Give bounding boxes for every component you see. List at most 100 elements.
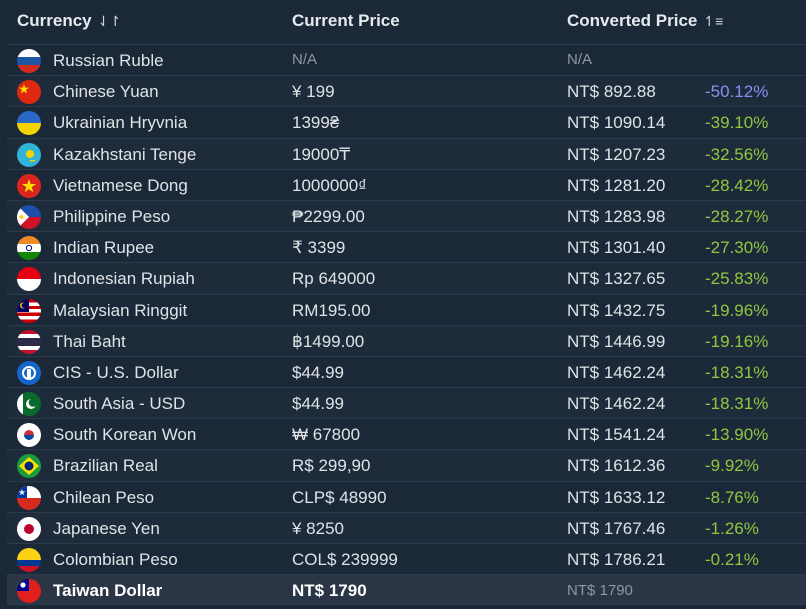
price-difference-percent: -1.26%: [705, 518, 759, 538]
table-row[interactable]: Brazilian Real R$ 299,90 NT$ 1612.36 -9.…: [7, 449, 806, 481]
currency-name: Indonesian Rupiah: [53, 269, 195, 289]
price-difference-percent: -19.96%: [705, 300, 769, 320]
current-price: R$ 299,90: [292, 456, 371, 476]
russia-flag-icon: [17, 49, 41, 73]
table-row[interactable]: Philippine Peso ₱2299.00 NT$ 1283.98 -28…: [7, 199, 806, 232]
converted-price: NT$ 1541.24: [567, 425, 666, 445]
currency-name: CIS - U.S. Dollar: [53, 362, 179, 382]
price-difference-percent: -18.31%: [705, 362, 769, 382]
current-price: ¥ 8250: [292, 518, 344, 538]
price-difference-percent: -39.10%: [705, 113, 769, 133]
price-difference-percent: -13.90%: [705, 425, 769, 445]
price-difference-percent: -50.12%: [705, 82, 769, 102]
table-body: Russian Ruble N/A N/A Chinese Yuan ¥ 199…: [7, 44, 806, 606]
currency-name: Vietnamese Dong: [53, 175, 188, 195]
current-price: $44.99: [292, 362, 344, 382]
converted-price: NT$ 1432.75: [567, 300, 666, 320]
table-row[interactable]: Chilean Peso CLP$ 48990 NT$ 1633.12 -8.7…: [7, 480, 806, 512]
current-price: ₹ 3399: [292, 238, 346, 258]
chile-flag-icon: [17, 485, 41, 510]
thailand-flag-icon: [17, 329, 41, 354]
converted-price: NT$ 1327.65: [567, 269, 666, 289]
currency-name: South Asia - USD: [53, 394, 186, 414]
vietnam-flag-icon: [17, 173, 41, 198]
table-row[interactable]: Thai Baht ฿1499.00 NT$ 1446.99 -19.16%: [7, 324, 806, 356]
south-korea-flag-icon: [17, 423, 41, 448]
current-price: 19000₸: [292, 144, 351, 164]
currency-name: Philippine Peso: [53, 206, 171, 226]
converted-price: NT$ 1612.36: [567, 456, 666, 476]
table-row[interactable]: CIS - U.S. Dollar $44.99 NT$ 1462.24 -18…: [7, 355, 806, 387]
currency-column-header[interactable]: Currency ⇃↾: [17, 11, 121, 31]
converted-price: NT$ 1207.23: [567, 144, 666, 164]
indonesia-flag-icon: [17, 267, 41, 292]
converted-price: NT$ 1283.98: [567, 206, 666, 226]
converted-price: NT$ 892.88: [567, 82, 656, 102]
current-price-column-header[interactable]: Current Price: [292, 11, 400, 31]
currency-header-label: Currency: [17, 11, 92, 30]
currency-name: Thai Baht: [53, 331, 126, 351]
kazakhstan-flag-icon: [17, 142, 41, 167]
converted-price: N/A: [567, 51, 593, 68]
converted-price: NT$ 1786.21: [567, 550, 666, 569]
table-row[interactable]: Malaysian Ringgit RM195.00 NT$ 1432.75 -…: [7, 293, 806, 325]
converted-price: NT$ 1446.99: [567, 331, 666, 351]
currency-name: South Korean Won: [53, 425, 197, 445]
currency-name: Chilean Peso: [53, 487, 155, 507]
cis-flag-icon: [17, 360, 41, 385]
table-row[interactable]: Ukrainian Hryvnia 1399₴ NT$ 1090.14 -39.…: [7, 106, 806, 137]
current-price: ฿1499.00: [292, 331, 365, 351]
table-row[interactable]: Japanese Yen ¥ 8250 NT$ 1767.46 -1.26%: [7, 511, 806, 543]
price-difference-percent: -8.76%: [705, 487, 759, 507]
current-price: ₩ 67800: [292, 425, 361, 445]
converted-price: NT$ 1633.12: [567, 487, 666, 507]
table-row[interactable]: Vietnamese Dong 1000000₫ NT$ 1281.20 -28…: [7, 168, 806, 200]
table-row[interactable]: Kazakhstani Tenge 19000₸ NT$ 1207.23 -32…: [7, 137, 806, 169]
current-price: ₱2299.00: [292, 206, 365, 226]
table-row[interactable]: Taiwan Dollar NT$ 1790 NT$ 1790: [7, 574, 806, 606]
china-flag-icon: [17, 80, 41, 105]
price-difference-percent: -28.42%: [705, 175, 769, 195]
japan-flag-icon: [17, 516, 41, 541]
current-price: CLP$ 48990: [292, 487, 387, 507]
malaysia-flag-icon: [17, 298, 41, 323]
currency-name: Brazilian Real: [53, 456, 158, 476]
table-row[interactable]: Indonesian Rupiah Rp 649000 NT$ 1327.65 …: [7, 262, 806, 294]
table-row[interactable]: South Korean Won ₩ 67800 NT$ 1541.24 -13…: [7, 418, 806, 449]
currency-name: Russian Ruble: [53, 51, 164, 70]
currency-name: Indian Rupee: [53, 238, 155, 258]
price-difference-percent: -19.16%: [705, 331, 769, 351]
ukraine-flag-icon: [17, 111, 41, 136]
price-difference-percent: -9.92%: [705, 456, 759, 476]
converted-price: NT$ 1462.24: [567, 362, 666, 382]
currency-name: Malaysian Ringgit: [53, 300, 188, 320]
price-difference-percent: -27.30%: [705, 238, 769, 258]
table-row[interactable]: Colombian Peso COL$ 239999 NT$ 1786.21 -…: [7, 543, 806, 574]
table-row[interactable]: South Asia - USD $44.99 NT$ 1462.24 -18.…: [7, 387, 806, 419]
current-price: 1000000₫: [292, 175, 367, 195]
sort-arrows-icon[interactable]: ⇃↾: [98, 13, 121, 30]
currency-name: Colombian Peso: [53, 550, 178, 569]
currency-name: Japanese Yen: [53, 518, 160, 538]
table-row[interactable]: Indian Rupee ₹ 3399 NT$ 1301.40 -27.30%: [7, 231, 806, 262]
currency-name: Chinese Yuan: [53, 82, 159, 102]
table-header: Currency ⇃↾ Current Price Converted Pric…: [0, 0, 806, 44]
current-price: $44.99: [292, 394, 344, 414]
table-row[interactable]: Chinese Yuan ¥ 199 NT$ 892.88 -50.12%: [7, 75, 806, 107]
converted-price-column-header[interactable]: Converted Price ↿≡: [567, 11, 723, 31]
taiwan-flag-icon: [17, 579, 41, 604]
converted-price: NT$ 1301.40: [567, 238, 666, 258]
south-asia-flag-icon: [17, 392, 41, 417]
colombia-flag-icon: [17, 548, 41, 572]
philippines-flag-icon: [17, 204, 41, 229]
converted-price: NT$ 1790: [567, 582, 633, 600]
current-price: N/A: [292, 51, 318, 68]
current-price: RM195.00: [292, 300, 371, 320]
price-difference-percent: -0.21%: [705, 550, 759, 569]
converted-price: NT$ 1462.24: [567, 394, 666, 414]
current-price: NT$ 1790: [292, 581, 367, 601]
current-price: 1399₴: [292, 113, 340, 133]
sort-ascending-icon[interactable]: ↿≡: [703, 13, 723, 30]
table-row[interactable]: Russian Ruble N/A N/A: [7, 44, 806, 75]
currency-name: Taiwan Dollar: [53, 581, 163, 601]
